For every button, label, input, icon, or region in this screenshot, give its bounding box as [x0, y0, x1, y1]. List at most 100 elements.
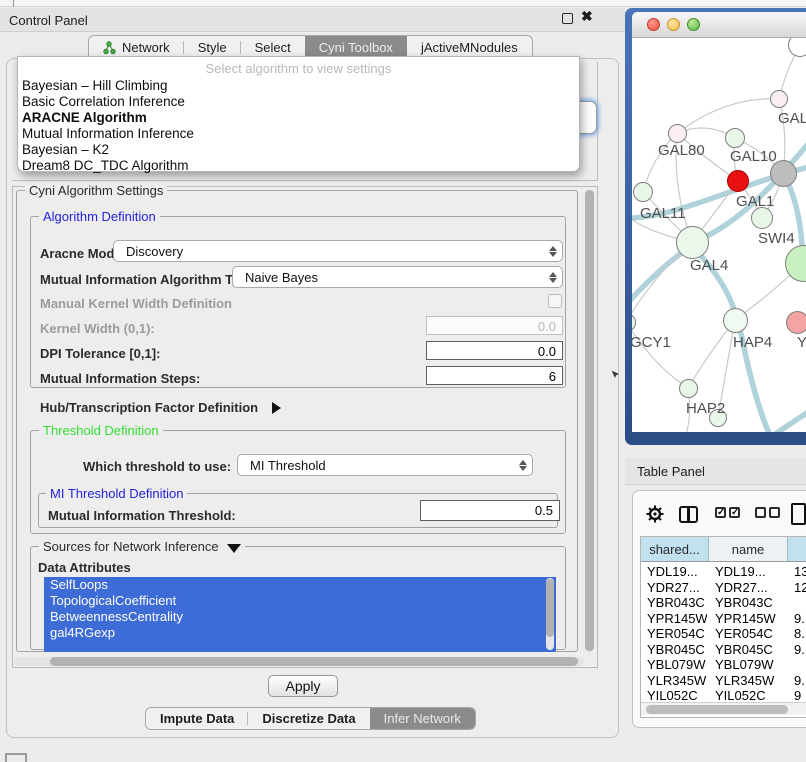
- node-gal4[interactable]: [676, 226, 709, 259]
- table-cell[interactable]: 8.: [794, 626, 806, 642]
- aracne-mode-combobox[interactable]: Discovery: [113, 240, 563, 262]
- attributes-scrollbar-thumb[interactable]: [546, 579, 554, 637]
- dropdown-item-aracne[interactable]: ARACNE Algorithm: [20, 110, 576, 126]
- mi-steps-field[interactable]: 6: [426, 366, 563, 385]
- close-traffic-light[interactable]: [647, 18, 660, 31]
- unchecked-checkbox-icon[interactable]: [769, 507, 780, 518]
- document-icon[interactable]: [791, 503, 806, 525]
- vertical-scrollbar[interactable]: [585, 189, 594, 653]
- column-header-shared-name[interactable]: shared...: [641, 537, 709, 562]
- table-horizontal-scrollbar[interactable]: [641, 702, 806, 715]
- data-attributes-list[interactable]: SelfLoops TopologicalCoefficient Between…: [44, 577, 556, 652]
- node-gal-pink[interactable]: [770, 90, 788, 108]
- table-cell[interactable]: [794, 595, 806, 611]
- node-hap2[interactable]: [679, 379, 698, 398]
- minimize-traffic-light[interactable]: [667, 18, 680, 31]
- unchecked-checkbox-icon[interactable]: [755, 507, 766, 518]
- table-cell[interactable]: YBR043C: [647, 595, 707, 611]
- algorithm-dropdown-list: Select algorithm to view settings Bayesi…: [17, 56, 580, 172]
- control-panel-title: Control Panel: [9, 13, 88, 28]
- table-cell[interactable]: YPR145W: [715, 611, 785, 627]
- table-cell[interactable]: 9.: [794, 611, 806, 627]
- which-threshold-value: MI Threshold: [238, 458, 514, 473]
- dropdown-placeholder: Select algorithm to view settings: [18, 61, 579, 76]
- horizontal-scrollbar-thumb[interactable]: [50, 657, 578, 666]
- dropdown-item-bayesian-hill[interactable]: Bayesian – Hill Climbing: [20, 78, 576, 94]
- table-cell[interactable]: YPR145W: [647, 611, 707, 627]
- table-cell[interactable]: 9.: [794, 642, 806, 658]
- checked-checkbox-icon[interactable]: ✓: [715, 507, 726, 518]
- node-hap4[interactable]: [723, 308, 748, 333]
- zoom-traffic-light[interactable]: [687, 18, 700, 31]
- node-swi4[interactable]: [751, 207, 773, 229]
- table-cell[interactable]: YDR27...: [647, 580, 707, 596]
- dpi-tolerance-field[interactable]: 0.0: [426, 341, 563, 360]
- table-cell[interactable]: YBR043C: [715, 595, 785, 611]
- table-cell[interactable]: YER054C: [715, 626, 785, 642]
- network-view-window: GAL GAL80 GAL10 GAL1 GAL11 SWI4 GAL4 GCY…: [625, 8, 806, 445]
- table-horizontal-scrollbar-thumb[interactable]: [646, 705, 788, 714]
- table-cell[interactable]: YDL19...: [715, 564, 785, 580]
- vertical-scrollbar-thumb[interactable]: [585, 190, 594, 651]
- table-cell[interactable]: 9.: [794, 673, 806, 689]
- attribute-item-betweennesscentrality[interactable]: BetweennessCentrality: [44, 609, 556, 625]
- checked-checkbox-icon[interactable]: ✓: [729, 507, 740, 518]
- tab-infer-network[interactable]: Infer Network: [370, 708, 475, 729]
- node-gal10[interactable]: [725, 128, 745, 148]
- attribute-item-topologicalcoefficient[interactable]: TopologicalCoefficient: [44, 593, 556, 609]
- float-window-icon[interactable]: [562, 13, 573, 24]
- node-gal1-red[interactable]: [727, 170, 749, 192]
- bottom-panel-float-icon[interactable]: [5, 753, 27, 762]
- node-salmon[interactable]: [786, 311, 806, 334]
- close-icon[interactable]: ✖: [581, 8, 593, 25]
- table-cell[interactable]: YBL079W: [715, 657, 785, 673]
- attribute-item-gal4rgexp[interactable]: gal4RGexp: [44, 625, 556, 641]
- tab-select-label: Select: [255, 40, 291, 55]
- network-window-titlebar[interactable]: [632, 12, 806, 38]
- table-cell[interactable]: YLR345W: [647, 673, 707, 689]
- table-cell[interactable]: YLR345W: [715, 673, 785, 689]
- mi-threshold-group-title: MI Threshold Definition: [46, 486, 187, 501]
- split-columns-icon[interactable]: [679, 506, 698, 523]
- table-cell[interactable]: YBR045C: [715, 642, 785, 658]
- table-cell[interactable]: [794, 657, 806, 673]
- table-cell[interactable]: YDR27...: [715, 580, 785, 596]
- hub-definition-expander[interactable]: Hub/Transcription Factor Definition: [40, 400, 281, 415]
- node-label: GAL4: [690, 257, 728, 274]
- node-label: GAL80: [658, 142, 705, 159]
- table-cell[interactable]: YBR045C: [647, 642, 707, 658]
- attribute-item-selfloops[interactable]: SelfLoops: [44, 577, 556, 593]
- table-cell[interactable]: YER054C: [647, 626, 707, 642]
- column-header-name[interactable]: name: [709, 537, 788, 562]
- network-icon: [103, 41, 116, 55]
- mi-type-combobox[interactable]: Naive Bayes: [232, 266, 563, 288]
- node-gal11[interactable]: [633, 182, 653, 202]
- kernel-width-field[interactable]: 0.0: [426, 316, 563, 335]
- attributes-scrollbar[interactable]: [546, 578, 554, 650]
- tab-impute-data[interactable]: Impute Data: [146, 708, 248, 729]
- mi-threshold-field[interactable]: 0.5: [420, 500, 560, 521]
- table-cell[interactable]: YBL079W: [647, 657, 707, 673]
- dropdown-item-mutual-information[interactable]: Mutual Information Inference: [20, 126, 576, 142]
- spinner-arrows-icon: [544, 246, 562, 257]
- dropdown-item-bayesian-k2[interactable]: Bayesian – K2: [20, 142, 576, 158]
- table-cell[interactable]: 12: [794, 580, 806, 596]
- dropdown-item-basic-correlation[interactable]: Basic Correlation Inference: [20, 94, 576, 110]
- node-gal80[interactable]: [668, 124, 687, 143]
- gear-icon[interactable]: [646, 505, 664, 523]
- which-threshold-combobox[interactable]: MI Threshold: [237, 454, 533, 476]
- node-label: HAP2: [686, 400, 725, 417]
- column-header-partial[interactable]: [788, 537, 806, 562]
- node-table[interactable]: shared... name YDL19... YDL19... 13 YDR2…: [640, 536, 806, 718]
- apply-button[interactable]: Apply: [268, 675, 338, 697]
- horizontal-scrollbar[interactable]: [14, 657, 584, 666]
- node-label: GAL11: [640, 205, 686, 222]
- tab-discretize-data[interactable]: Discretize Data: [248, 708, 369, 729]
- sources-group-title[interactable]: Sources for Network Inference: [39, 539, 245, 554]
- control-panel-titlebar: [0, 8, 625, 32]
- table-cell[interactable]: YDL19...: [647, 564, 707, 580]
- dropdown-item-dream8[interactable]: Dream8 DC_TDC Algorithm: [20, 158, 576, 174]
- network-canvas[interactable]: GAL GAL80 GAL10 GAL1 GAL11 SWI4 GAL4 GCY…: [632, 38, 806, 432]
- manual-kernel-checkbox[interactable]: [548, 294, 562, 308]
- table-cell[interactable]: 13: [794, 564, 806, 580]
